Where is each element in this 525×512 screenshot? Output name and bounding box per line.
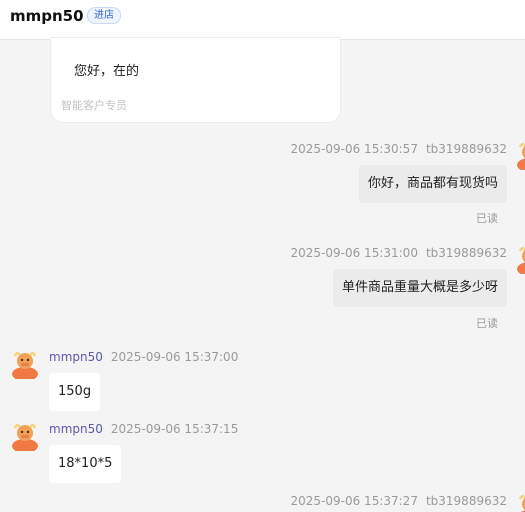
outgoing-message-bubble[interactable]: 单件商品重量大概是多少呀: [332, 269, 507, 307]
message-timestamp: 2025-09-06 15:37:27: [290, 494, 418, 508]
cartoon-cow-avatar-icon: [518, 495, 525, 512]
buyer-avatar[interactable]: [515, 140, 525, 170]
cartoon-cow-avatar-icon: [12, 352, 38, 379]
chat-window: mmpn50 进店 您好，在的 智能客户专员 2025-09-06 15:30:…: [0, 0, 525, 512]
pinned-message-text: 您好，在的: [74, 64, 140, 79]
message-timestamp: 2025-09-06 15:31:00: [290, 246, 418, 260]
seller-avatar[interactable]: [10, 421, 40, 451]
message-meta: 2025-09-06 15:37:27 tb319889632: [291, 494, 508, 508]
message-timestamp: 2025-09-06 15:30:57: [290, 142, 418, 156]
message-meta: 2025-09-06 15:31:00 tb319889632: [291, 246, 508, 260]
pinned-message-footer: 智能客户专员: [61, 99, 127, 112]
cartoon-cow-avatar-icon: [517, 143, 525, 170]
buyer-avatar[interactable]: [515, 244, 525, 274]
message-sender: tb319889632: [425, 246, 507, 260]
incoming-message-bubble[interactable]: 18*10*5: [49, 445, 122, 483]
read-status: 已读: [476, 212, 498, 225]
cartoon-cow-avatar-icon: [12, 424, 38, 451]
buyer-avatar[interactable]: [515, 492, 525, 512]
message-sender[interactable]: mmpn50: [49, 350, 103, 364]
read-status: 已读: [476, 317, 498, 330]
message-meta: mmpn50 2025-09-06 15:37:00: [49, 350, 238, 364]
enter-shop-button[interactable]: 进店: [87, 7, 121, 24]
incoming-message-bubble[interactable]: 150g: [49, 373, 101, 411]
chat-header: mmpn50 进店: [0, 0, 525, 40]
message-timestamp: 2025-09-06 15:37:00: [110, 350, 239, 364]
shop-name[interactable]: mmpn50: [10, 7, 84, 25]
message-meta: 2025-09-06 15:30:57 tb319889632: [291, 142, 508, 156]
cartoon-cow-avatar-icon: [517, 247, 525, 274]
outgoing-message-bubble[interactable]: 你好，商品都有现货吗: [358, 165, 507, 203]
message-sender: tb319889632: [425, 142, 507, 156]
pinned-message-card: 您好，在的 智能客户专员: [51, 38, 340, 122]
seller-avatar[interactable]: [10, 349, 40, 379]
message-sender[interactable]: mmpn50: [49, 422, 103, 436]
message-timestamp: 2025-09-06 15:37:15: [110, 422, 239, 436]
message-meta: mmpn50 2025-09-06 15:37:15: [49, 422, 238, 436]
message-sender: tb319889632: [425, 494, 507, 508]
